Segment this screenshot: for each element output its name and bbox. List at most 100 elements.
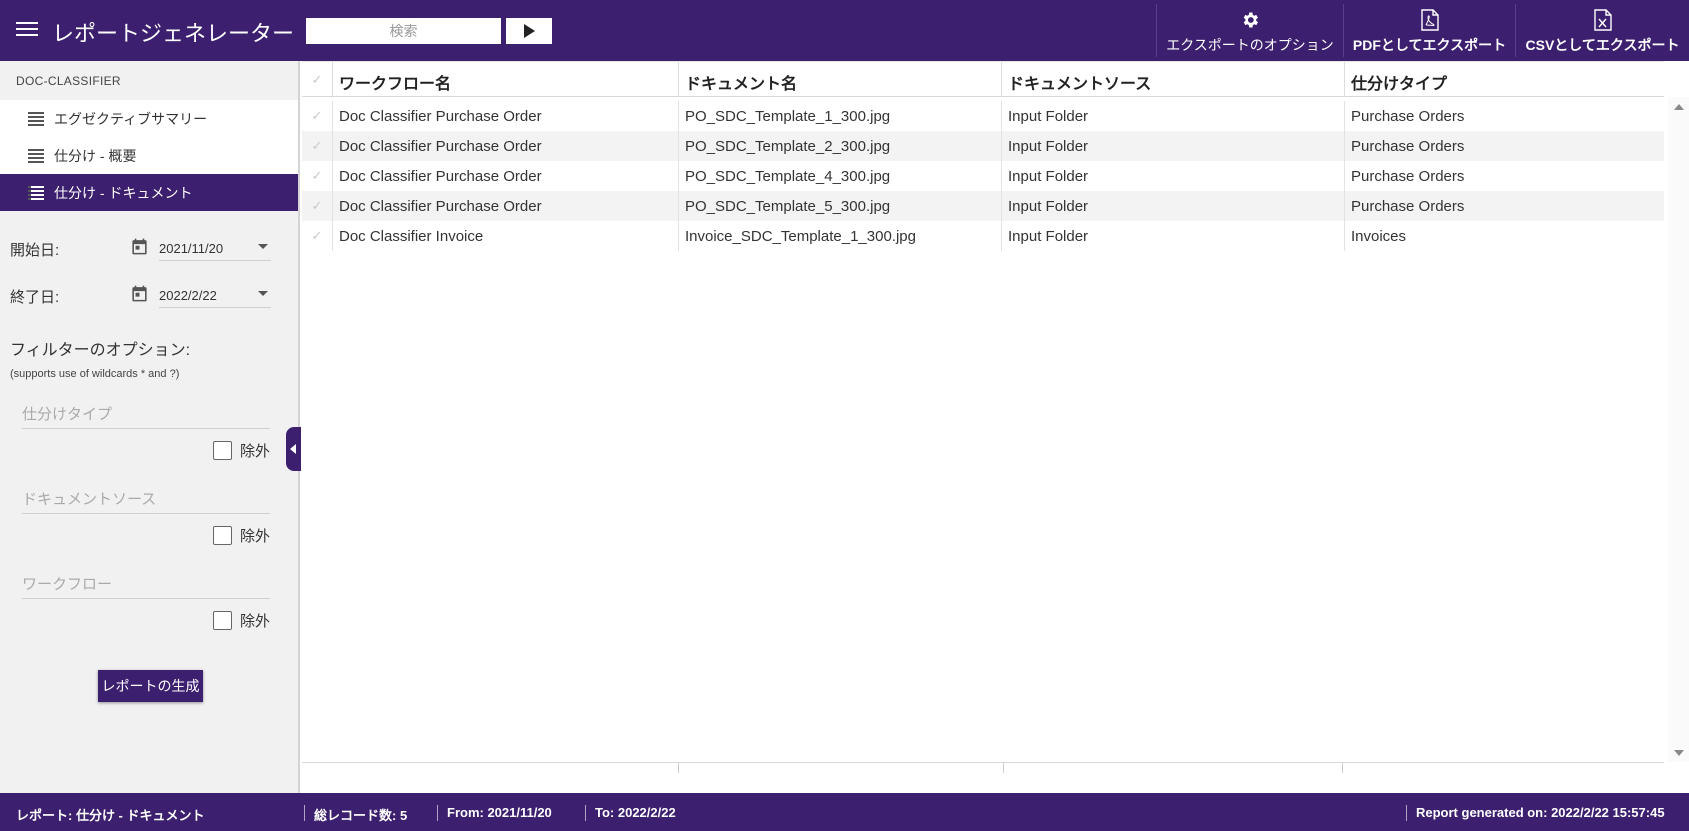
status-total-records: 総レコード数: 5: [314, 808, 408, 823]
document-source-filter-input[interactable]: ドキュメントソース: [22, 482, 270, 514]
collapse-sidebar-handle[interactable]: [286, 427, 301, 471]
list-icon: [28, 148, 44, 163]
table-row[interactable]: ✓ Doc Classifier Invoice Invoice_SDC_Tem…: [302, 221, 1664, 251]
cell-type: Purchase Orders: [1344, 131, 1664, 161]
table-row[interactable]: ✓ Doc Classifier Purchase Order PO_SDC_T…: [302, 131, 1664, 161]
cell-document: PO_SDC_Template_2_300.jpg: [678, 131, 1001, 161]
exclude-checkbox[interactable]: [213, 525, 232, 545]
cell-source: Input Folder: [1001, 101, 1344, 131]
scroll-down-arrow-icon[interactable]: [1674, 750, 1684, 756]
cell-source: Input Folder: [1001, 161, 1344, 191]
sidebar-section-label: DOC-CLASSIFIER: [16, 74, 121, 88]
search-input[interactable]: [306, 18, 501, 44]
vertical-scrollbar[interactable]: [1668, 97, 1689, 762]
cell-workflow: Doc Classifier Purchase Order: [332, 101, 678, 131]
search-run-button[interactable]: [506, 18, 552, 44]
cell-workflow: Doc Classifier Purchase Order: [332, 161, 678, 191]
row-check-icon[interactable]: ✓: [302, 191, 332, 221]
exclude-checkbox[interactable]: [213, 610, 232, 630]
export-pdf-label: PDFとしてエクスポート: [1352, 37, 1507, 53]
document-source-exclude[interactable]: 除外: [213, 525, 270, 545]
hamburger-menu-icon[interactable]: [16, 18, 38, 42]
workflow-exclude[interactable]: 除外: [213, 610, 270, 630]
cell-source: Input Folder: [1001, 221, 1344, 251]
list-icon: [28, 185, 44, 200]
column-header-source[interactable]: ドキュメントソース: [1001, 62, 1344, 97]
cell-source: Input Folder: [1001, 131, 1344, 161]
filter-wildcard-hint: (supports use of wildcards * and ?): [10, 368, 180, 380]
cell-document: PO_SDC_Template_4_300.jpg: [678, 161, 1001, 191]
end-date-row: 終了日: 2022/2/22: [0, 280, 300, 312]
cell-type: Invoices: [1344, 221, 1664, 251]
app-title: レポートジェネレーター: [52, 21, 295, 46]
sidebar-item-classification-documents[interactable]: 仕分け - ドキュメント: [0, 174, 298, 211]
column-header-document[interactable]: ドキュメント名: [678, 62, 1001, 97]
scroll-up-arrow-icon[interactable]: [1674, 104, 1684, 110]
filter-options-title: フィルターのオプション:: [10, 342, 191, 359]
end-date-value: 2022/2/22: [159, 288, 217, 303]
cell-source: Input Folder: [1001, 191, 1344, 221]
export-csv-button[interactable]: CSVとしてエクスポート: [1515, 4, 1689, 57]
row-check-icon[interactable]: ✓: [302, 161, 332, 191]
cell-type: Purchase Orders: [1344, 161, 1664, 191]
app-header: レポートジェネレーター エクスポートのオプション PDFとしてエクスポート CS…: [0, 0, 1689, 61]
play-icon: [523, 24, 535, 38]
cell-document: PO_SDC_Template_1_300.jpg: [678, 101, 1001, 131]
dropdown-arrow-icon[interactable]: [258, 244, 268, 249]
pdf-file-icon: [1420, 9, 1439, 31]
calendar-icon[interactable]: [130, 284, 149, 303]
status-from-date: From: 2021/11/20: [447, 805, 552, 820]
column-header-type[interactable]: 仕分けタイプ: [1344, 62, 1664, 97]
workflow-filter-input[interactable]: ワークフロー: [22, 567, 270, 599]
start-date-input[interactable]: 2021/11/20: [159, 233, 271, 261]
calendar-icon[interactable]: [130, 237, 149, 256]
export-csv-label: CSVとしてエクスポート: [1525, 37, 1680, 53]
table-row[interactable]: ✓ Doc Classifier Purchase Order PO_SDC_T…: [302, 161, 1664, 191]
status-report-name: レポート: 仕分け - ドキュメント: [16, 808, 205, 823]
list-icon: [28, 111, 44, 126]
table-row[interactable]: ✓ Doc Classifier Purchase Order PO_SDC_T…: [302, 191, 1664, 221]
cell-workflow: Doc Classifier Purchase Order: [332, 131, 678, 161]
sidebar-item-label: 仕分け - ドキュメント: [54, 184, 193, 201]
dropdown-arrow-icon[interactable]: [258, 291, 268, 296]
cell-type: Purchase Orders: [1344, 191, 1664, 221]
start-date-label: 開始日:: [10, 242, 60, 259]
sidebar: DOC-CLASSIFIER エグゼクティブサマリー 仕分け - 概要 仕分け …: [0, 61, 300, 793]
column-header-workflow[interactable]: ワークフロー名: [332, 62, 678, 97]
sidebar-item-label: 仕分け - 概要: [54, 147, 137, 164]
cell-document: Invoice_SDC_Template_1_300.jpg: [678, 221, 1001, 251]
start-date-row: 開始日: 2021/11/20: [0, 233, 300, 265]
export-options-label: エクスポートのオプション: [1166, 37, 1334, 53]
sidebar-item-label: エグゼクティブサマリー: [54, 110, 208, 127]
status-bar: レポート: 仕分け - ドキュメント 総レコード数: 5 From: 2021/…: [0, 793, 1689, 831]
end-date-label: 終了日:: [10, 289, 60, 306]
gear-icon: [1240, 9, 1260, 31]
select-all-check-icon[interactable]: ✓: [302, 62, 332, 97]
status-generated-on: Report generated on: 2022/2/22 15:57:45: [1416, 805, 1665, 820]
report-table: ✓ ワークフロー名 ドキュメント名 ドキュメントソース 仕分けタイプ ✓ Doc…: [302, 61, 1689, 793]
row-check-icon[interactable]: ✓: [302, 221, 332, 251]
cell-workflow: Doc Classifier Purchase Order: [332, 191, 678, 221]
generate-report-button[interactable]: レポートの生成: [98, 670, 203, 702]
end-date-input[interactable]: 2022/2/22: [159, 280, 271, 308]
start-date-value: 2021/11/20: [159, 241, 224, 256]
sidebar-item-classification-overview[interactable]: 仕分け - 概要: [0, 137, 298, 174]
export-pdf-button[interactable]: PDFとしてエクスポート: [1343, 4, 1515, 57]
cell-document: PO_SDC_Template_5_300.jpg: [678, 191, 1001, 221]
cell-type: Purchase Orders: [1344, 101, 1664, 131]
table-header: ✓ ワークフロー名 ドキュメント名 ドキュメントソース 仕分けタイプ: [302, 61, 1664, 97]
export-options-button[interactable]: エクスポートのオプション: [1156, 4, 1343, 57]
table-row[interactable]: ✓ Doc Classifier Purchase Order PO_SDC_T…: [302, 101, 1664, 131]
exclude-label: 除外: [240, 527, 271, 545]
row-check-icon[interactable]: ✓: [302, 101, 332, 131]
classification-type-filter-input[interactable]: 仕分けタイプ: [22, 397, 270, 429]
classification-type-exclude[interactable]: 除外: [213, 440, 270, 460]
table-footer: [302, 762, 1664, 793]
excel-file-icon: [1593, 9, 1612, 31]
status-to-date: To: 2022/2/22: [595, 805, 676, 820]
exclude-checkbox[interactable]: [213, 440, 232, 460]
row-check-icon[interactable]: ✓: [302, 131, 332, 161]
cell-workflow: Doc Classifier Invoice: [332, 221, 678, 251]
sidebar-item-executive-summary[interactable]: エグゼクティブサマリー: [0, 100, 298, 137]
exclude-label: 除外: [240, 442, 271, 460]
